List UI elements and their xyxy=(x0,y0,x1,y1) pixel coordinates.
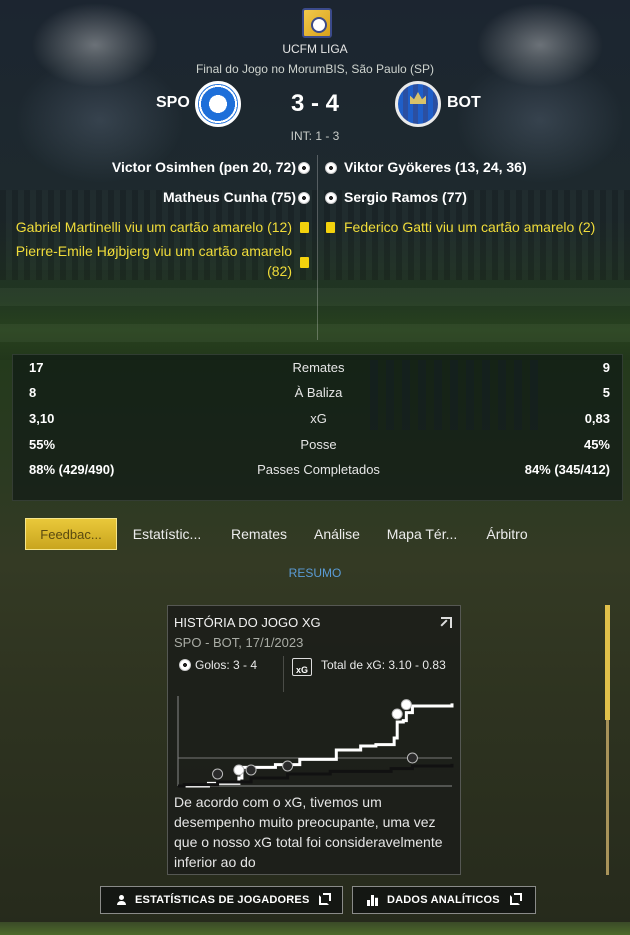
goal-marker xyxy=(282,760,294,772)
analytics-button[interactable]: DADOS ANALÍTICOS xyxy=(352,886,536,914)
stat-label: Remates xyxy=(292,360,345,375)
stat-away-value: 0,83 xyxy=(584,411,610,426)
home-card-event-minute[interactable]: (82) xyxy=(267,263,292,279)
away-card-event[interactable]: Federico Gatti viu um cartão amarelo (2) xyxy=(344,219,595,235)
stat-label: À Baliza xyxy=(294,385,343,400)
home-card-event[interactable]: Pierre-Emile Højbjerg viu um cartão amar… xyxy=(16,243,292,259)
goal-marker xyxy=(233,764,245,776)
stat-away-value: 5 xyxy=(602,385,610,400)
card-divider xyxy=(283,656,284,692)
tab-referee[interactable]: Árbitro xyxy=(476,518,538,550)
xg-icon: xG xyxy=(292,658,312,676)
person-icon xyxy=(117,895,126,906)
goal-ball-icon xyxy=(325,192,337,204)
analytics-label: DADOS ANALÍTICOS xyxy=(387,894,500,906)
stat-row: 8 À Baliza 5 xyxy=(13,385,624,405)
yellow-card-icon xyxy=(326,222,335,233)
bottom-pitch-strip xyxy=(0,922,630,935)
tab-heatmap[interactable]: Mapa Tér... xyxy=(380,518,464,550)
events-divider xyxy=(317,155,318,340)
scrollbar-thumb[interactable] xyxy=(605,605,610,720)
stat-row: 88% (429/490) Passes Completados 84% (34… xyxy=(13,462,624,482)
home-goal-event[interactable]: Victor Osimhen (pen 20, 72) xyxy=(112,159,296,175)
stat-away-value: 45% xyxy=(583,437,610,452)
match-score: 3 - 4 xyxy=(290,90,340,117)
goals-summary: Golos: 3 - 4 xyxy=(195,658,258,672)
competition-logo xyxy=(302,8,332,38)
home-goal-event[interactable]: Matheus Cunha (75) xyxy=(163,189,296,205)
away-goal-event[interactable]: Viktor Gyökeres (13, 24, 36) xyxy=(344,159,527,175)
goal-ball-icon xyxy=(325,162,337,174)
stat-label: xG xyxy=(310,411,327,426)
section-heading: RESUMO xyxy=(288,566,342,580)
away-goal-event[interactable]: Sergio Ramos (77) xyxy=(344,189,467,205)
tab-statistics[interactable]: Estatístic... xyxy=(127,518,207,550)
goals-ball-icon xyxy=(179,659,191,671)
external-link-icon xyxy=(510,893,522,905)
goal-ball-icon xyxy=(298,192,310,204)
stat-away-value: 9 xyxy=(602,360,610,375)
yellow-card-icon xyxy=(300,222,309,233)
goal-marker xyxy=(245,764,257,776)
crowd-background xyxy=(0,190,630,280)
bar-chart-icon xyxy=(367,895,378,906)
stat-row: 55% Posse 45% xyxy=(13,437,624,457)
league-name: UCFM LIGA xyxy=(282,42,348,56)
card-subtitle: SPO - BOT, 17/1/2023 xyxy=(174,635,304,650)
pitch-background xyxy=(0,270,630,360)
match-stats-panel: 17 Remates 9 8 À Baliza 5 3,10 xG 0,83 5… xyxy=(12,354,623,501)
total-xg: Total de xG: 3.10 - 0.83 xyxy=(321,658,446,672)
external-link-icon xyxy=(319,893,331,905)
stat-label: Posse xyxy=(300,437,337,452)
stat-row: 3,10 xG 0,83 xyxy=(13,411,624,431)
player-stats-button[interactable]: ESTATÍSTICAS DE JOGADORES xyxy=(100,886,343,914)
match-venue: Final do Jogo no MorumBIS, São Paulo (SP… xyxy=(195,62,435,76)
xg-analysis-text: De acordo com o xG, tivemos um desempenh… xyxy=(174,794,443,870)
xg-story-card: HISTÓRIA DO JOGO XG SPO - BOT, 17/1/2023… xyxy=(167,605,461,875)
xg-timeline-chart[interactable] xyxy=(176,696,454,790)
tab-feedback[interactable]: Feedbac... xyxy=(25,518,117,550)
expand-icon[interactable] xyxy=(441,617,452,628)
player-stats-label: ESTATÍSTICAS DE JOGADORES xyxy=(135,894,310,906)
goal-marker xyxy=(391,708,403,720)
tab-shots[interactable]: Remates xyxy=(224,518,294,550)
goal-ball-icon xyxy=(298,162,310,174)
stat-row: 17 Remates 9 xyxy=(13,360,624,380)
home-card-event[interactable]: Gabriel Martinelli viu um cartão amarelo… xyxy=(16,219,292,235)
stat-away-value: 84% (345/412) xyxy=(524,462,610,477)
yellow-card-icon xyxy=(300,257,309,268)
halftime-score: INT: 1 - 3 xyxy=(290,129,340,143)
goal-marker xyxy=(406,752,418,764)
card-title: HISTÓRIA DO JOGO XG xyxy=(174,615,321,630)
goal-marker xyxy=(212,768,224,780)
tab-analysis[interactable]: Análise xyxy=(307,518,367,550)
goal-marker xyxy=(400,699,412,711)
away-team-name[interactable]: BOT xyxy=(447,94,481,112)
away-team-crest[interactable] xyxy=(395,81,441,127)
